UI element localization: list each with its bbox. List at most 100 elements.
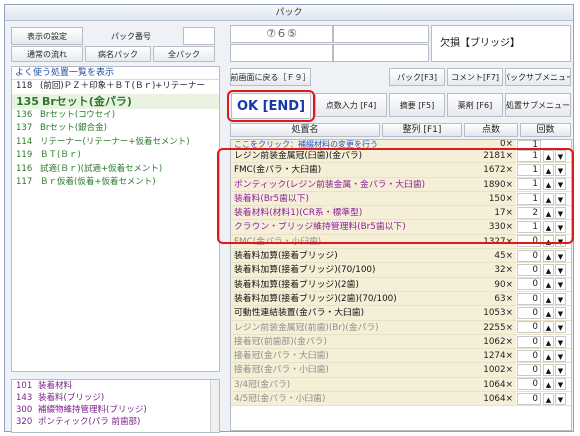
decrement-arrow-icon[interactable]: ▼ bbox=[555, 292, 566, 305]
disease-pack-button[interactable]: 病名パック bbox=[85, 46, 151, 62]
decrement-arrow-icon[interactable]: ▼ bbox=[555, 349, 566, 362]
decrement-arrow-icon[interactable]: ▼ bbox=[555, 278, 566, 291]
decrement-arrow-icon[interactable]: ▼ bbox=[555, 321, 566, 334]
pack-number-input[interactable] bbox=[183, 27, 215, 45]
item-code: 300 bbox=[16, 405, 33, 415]
display-settings-button[interactable]: 表示の設定 bbox=[11, 27, 83, 45]
table-row[interactable]: 接着冠(金パラ・大臼歯) 1274× 0 ▲ ▼ bbox=[231, 349, 571, 364]
row-name: 装着料加算(接着ブリッジ)(70/100) bbox=[231, 263, 460, 277]
frequent-list-item[interactable]: 137 Brセット(銀合金) bbox=[12, 122, 219, 136]
table-row[interactable]: 接着冠(前歯部)(金パラ) 1062× 0 ▲ ▼ bbox=[231, 334, 571, 350]
row-count[interactable]: 0 bbox=[517, 321, 541, 334]
table-row[interactable]: 可動性連結装置(金パラ・大臼歯) 1053× 0 ▲ ▼ bbox=[231, 306, 571, 321]
normal-flow-button[interactable]: 通常の流れ bbox=[11, 46, 83, 62]
increment-arrow-icon[interactable]: ▲ bbox=[543, 349, 554, 362]
tooth-field-2[interactable] bbox=[333, 25, 429, 43]
increment-arrow-icon[interactable]: ▲ bbox=[543, 264, 554, 277]
all-pack-button[interactable]: 全パック bbox=[153, 46, 215, 62]
col-header-points: 点数 bbox=[464, 123, 518, 137]
increment-arrow-icon[interactable]: ▲ bbox=[543, 278, 554, 291]
row-name: 接着冠(前歯部)(金パラ) bbox=[231, 334, 460, 349]
points-input-button[interactable]: 点数入力 [F4] bbox=[315, 93, 387, 117]
frequent-list-item[interactable]: 135 Brセット(金パラ) bbox=[12, 93, 219, 109]
row-count[interactable]: 0 bbox=[517, 292, 541, 305]
row-name: 可動性連結装置(金パラ・大臼歯) bbox=[231, 306, 460, 320]
table-row[interactable]: 装着料加算(接着ブリッジ) 45× 0 ▲ ▼ bbox=[231, 249, 571, 264]
pack-f3-button[interactable]: パック[F3] bbox=[389, 68, 445, 86]
pack-submenu-button[interactable]: パックサブメニュー bbox=[505, 68, 571, 86]
item-code: 136 bbox=[16, 109, 33, 120]
table-row[interactable]: 4/5冠(金パラ・小臼歯) 1064× 0 ▲ ▼ bbox=[231, 392, 571, 407]
item-code: 101 bbox=[16, 381, 33, 391]
increment-arrow-icon[interactable]: ▲ bbox=[543, 249, 554, 262]
row-count[interactable]: 0 bbox=[517, 278, 541, 291]
decrement-arrow-icon[interactable]: ▼ bbox=[555, 249, 566, 262]
row-count[interactable]: 0 bbox=[517, 306, 541, 319]
ok-highlight-box bbox=[227, 90, 315, 122]
frequent-list-item[interactable]: 116 試適(Ｂｒ)(試適+仮着セメント) bbox=[12, 163, 219, 177]
procedure-submenu-button[interactable]: 処置サブメニュー bbox=[505, 93, 571, 117]
material-list-item[interactable]: 300 補綴物維持管理料(ブリッジ) bbox=[12, 404, 219, 416]
increment-arrow-icon[interactable]: ▲ bbox=[543, 364, 554, 377]
decrement-arrow-icon[interactable]: ▼ bbox=[555, 335, 566, 348]
increment-arrow-icon[interactable]: ▲ bbox=[543, 306, 554, 319]
table-row[interactable]: 3/4冠(金パラ) 1064× 0 ▲ ▼ bbox=[231, 377, 571, 393]
comment-f7-button[interactable]: コメント[F7] bbox=[447, 68, 503, 86]
row-name: レジン前装金属冠(前歯)(Br)(金パラ) bbox=[231, 320, 460, 334]
tooth-field-1[interactable]: ⑦６⑤ bbox=[230, 25, 333, 43]
decrement-arrow-icon[interactable]: ▼ bbox=[555, 392, 566, 405]
increment-arrow-icon[interactable]: ▲ bbox=[543, 378, 554, 391]
col-header-name: 処置名 bbox=[230, 123, 380, 137]
frequent-list-item[interactable]: 118 (前回)ＰＺ＋印象＋ＢＴ(Ｂｒ)+リテーナー bbox=[12, 80, 219, 94]
material-list-scrollbar[interactable] bbox=[210, 380, 219, 432]
table-row[interactable]: レジン前装金属冠(前歯)(Br)(金パラ) 2255× 0 ▲ ▼ bbox=[231, 320, 571, 335]
row-name: 接着冠(金パラ・小臼歯) bbox=[231, 363, 460, 377]
item-label: Brセット(コウセイ) bbox=[40, 109, 116, 120]
pack-number-label: パック番号 bbox=[111, 32, 151, 41]
table-row[interactable]: 装着料加算(接着ブリッジ)(2歯) 90× 0 ▲ ▼ bbox=[231, 277, 571, 292]
drug-f6-button[interactable]: 薬剤 [F6] bbox=[447, 93, 503, 117]
row-name: 装着料加算(接着ブリッジ)(2歯)(70/100) bbox=[231, 291, 460, 306]
increment-arrow-icon[interactable]: ▲ bbox=[543, 335, 554, 348]
frequent-procedures-panel: よく使う処置一覧を表示 118 (前回)ＰＺ＋印象＋ＢＴ(Ｂｒ)+リテーナー 135… bbox=[11, 66, 220, 372]
material-list-item[interactable]: 101 装着材料 bbox=[12, 380, 219, 392]
row-points: 1064× bbox=[460, 392, 516, 406]
frequent-list-item[interactable]: 136 Brセット(コウセイ) bbox=[12, 109, 219, 123]
row-name: 4/5冠(金パラ・小臼歯) bbox=[231, 392, 460, 406]
table-row[interactable]: 装着料加算(接着ブリッジ)(70/100) 32× 0 ▲ ▼ bbox=[231, 263, 571, 278]
row-points: 90× bbox=[460, 277, 516, 291]
increment-arrow-icon[interactable]: ▲ bbox=[543, 292, 554, 305]
item-code: 320 bbox=[16, 417, 33, 427]
tooth-field-4[interactable] bbox=[333, 44, 429, 62]
decrement-arrow-icon[interactable]: ▼ bbox=[555, 378, 566, 391]
item-label: 補綴物維持管理料(ブリッジ) bbox=[38, 405, 147, 415]
row-count[interactable]: 0 bbox=[517, 264, 541, 277]
row-points: 2255× bbox=[460, 320, 516, 334]
row-points: 1002× bbox=[460, 363, 516, 377]
decrement-arrow-icon[interactable]: ▼ bbox=[555, 364, 566, 377]
decrement-arrow-icon[interactable]: ▼ bbox=[555, 306, 566, 319]
tooth-field-3[interactable] bbox=[230, 44, 333, 62]
summary-f5-button[interactable]: 摘要 [F5] bbox=[389, 93, 445, 117]
row-points: 1274× bbox=[460, 349, 516, 363]
row-count[interactable]: 0 bbox=[517, 349, 541, 362]
frequent-list-header[interactable]: よく使う処置一覧を表示 bbox=[12, 67, 219, 80]
row-count[interactable]: 0 bbox=[517, 392, 541, 405]
back-button[interactable]: 前画面に戻る［Ｆ９］ bbox=[230, 68, 311, 86]
item-label: Ｂｒ仮着(仮着+仮着セメント) bbox=[40, 177, 156, 187]
table-row[interactable]: 接着冠(金パラ・小臼歯) 1002× 0 ▲ ▼ bbox=[231, 363, 571, 378]
increment-arrow-icon[interactable]: ▲ bbox=[543, 321, 554, 334]
frequent-list-item[interactable]: 119 ＢＴ(Ｂｒ) bbox=[12, 149, 219, 163]
sort-f1-button[interactable]: 整列 [F1] bbox=[382, 123, 462, 137]
row-count[interactable]: 0 bbox=[517, 364, 541, 377]
row-count[interactable]: 0 bbox=[517, 249, 541, 262]
table-row[interactable]: 装着料加算(接着ブリッジ)(2歯)(70/100) 63× 0 ▲ ▼ bbox=[231, 291, 571, 307]
frequent-list-item[interactable]: 114 リテーナー(リテーナー+仮着セメント) bbox=[12, 136, 219, 150]
row-count[interactable]: 0 bbox=[517, 335, 541, 348]
material-list-item[interactable]: 320 ポンティック(パラ 前歯部) bbox=[12, 416, 219, 428]
row-count[interactable]: 0 bbox=[517, 378, 541, 391]
frequent-list-item[interactable]: 117 Ｂｒ仮着(仮着+仮着セメント) bbox=[12, 176, 219, 190]
increment-arrow-icon[interactable]: ▲ bbox=[543, 392, 554, 405]
material-list-item[interactable]: 143 装着料(ブリッジ) bbox=[12, 392, 219, 404]
decrement-arrow-icon[interactable]: ▼ bbox=[555, 264, 566, 277]
